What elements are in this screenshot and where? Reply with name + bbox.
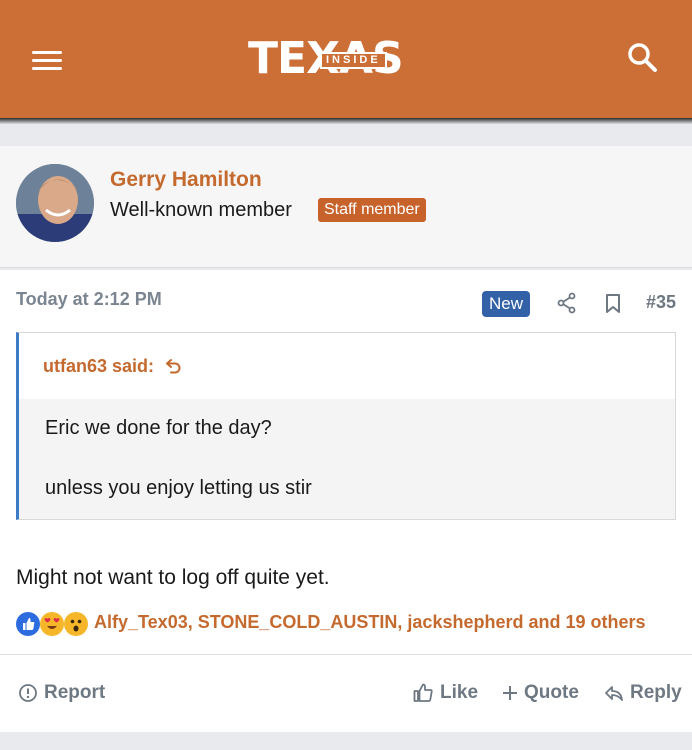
quote-author-label: utfan63 said: [43, 356, 155, 376]
quote-author[interactable]: utfan63 said: [43, 356, 183, 377]
report-icon [19, 684, 37, 702]
staff-badge: Staff member [318, 198, 426, 222]
jump-to-quote-icon[interactable] [165, 356, 183, 374]
post-number[interactable]: #35 [646, 292, 676, 313]
new-badge: New [482, 291, 531, 317]
author-title: Well-known member [110, 199, 292, 221]
reply-button[interactable]: Reply [604, 682, 682, 704]
logo-inside-text: INSIDE [320, 52, 387, 69]
post: Today at 2:12 PM New #35 utfan63 said: E… [0, 270, 692, 732]
bookmark-icon[interactable] [604, 293, 622, 320]
site-logo[interactable]: TEXAS INSIDE [248, 34, 454, 84]
like-reaction-icon [16, 612, 40, 636]
author-name[interactable]: Gerry Hamilton [110, 168, 262, 192]
author-card: Gerry Hamilton Well-known member Staff m… [0, 146, 692, 268]
like-icon [413, 683, 433, 702]
header-shadow [0, 118, 692, 124]
avatar[interactable] [16, 164, 94, 242]
like-label: Like [440, 682, 479, 703]
search-icon[interactable] [624, 40, 660, 76]
reply-icon [605, 686, 623, 701]
quote-button[interactable]: Quote [502, 682, 579, 704]
like-button[interactable]: Like [412, 682, 478, 704]
love-reaction-icon [40, 612, 64, 636]
report-button[interactable]: Report [18, 682, 105, 704]
hamburger-menu-icon[interactable] [30, 46, 64, 72]
quote-header: utfan63 said: [19, 333, 675, 399]
share-icon[interactable] [556, 292, 578, 319]
quote-block: utfan63 said: Eric we done for the day? … [16, 332, 676, 520]
report-label: Report [44, 682, 106, 703]
reactors-list[interactable]: Alfy_Tex03, STONE_COLD_AUSTIN, jacksheph… [94, 612, 646, 633]
post-body: Might not want to log off quite yet. [16, 566, 330, 589]
post-footer-divider [0, 654, 692, 655]
wow-reaction-icon [64, 612, 88, 636]
post-date[interactable]: Today at 2:12 PM [16, 289, 162, 310]
quote-text-line: unless you enjoy letting us stir [45, 477, 312, 499]
plus-icon [503, 686, 517, 700]
site-header: TEXAS INSIDE [0, 0, 692, 118]
reply-label: Reply [630, 682, 682, 703]
quote-label: Quote [524, 682, 579, 703]
quote-text-line: Eric we done for the day? [45, 417, 272, 439]
